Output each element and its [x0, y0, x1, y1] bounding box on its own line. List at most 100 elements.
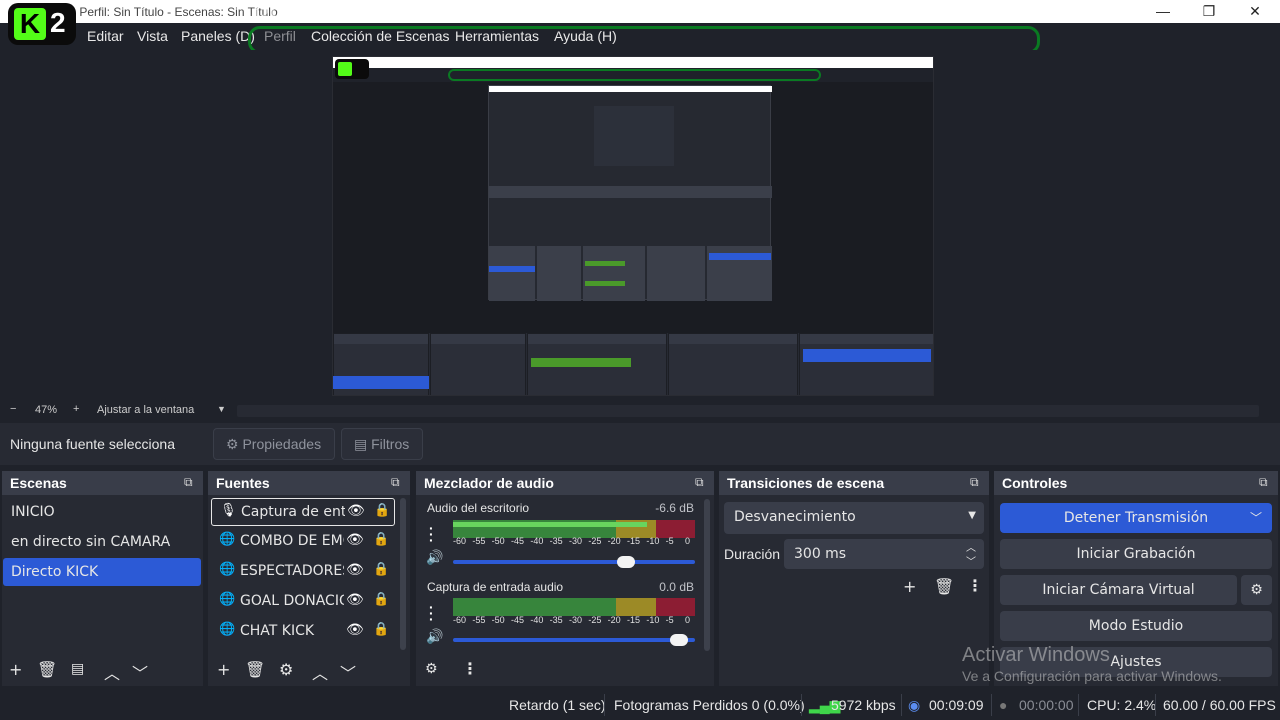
duration-stepper[interactable]: 300 ms ︿ ﹀ — [784, 539, 984, 569]
volume-slider[interactable] — [453, 634, 695, 646]
trash-icon[interactable]: 🗑 — [934, 577, 954, 596]
lock-icon[interactable]: 🔒 — [373, 592, 389, 607]
filters-button[interactable]: ▤ Filtros — [341, 428, 423, 460]
sources-dock-header: Fuentes ⧉ — [208, 471, 410, 495]
speaker-icon[interactable]: 🔊 — [426, 628, 443, 645]
preview-horizontal-scrollbar[interactable] — [237, 405, 1259, 417]
donations-overlay-title: DONACIONES — [254, 1, 400, 23]
meter-tick-label: -55 — [472, 536, 486, 546]
gear-icon[interactable]: ⚙ — [279, 660, 293, 679]
chevron-up-icon[interactable]: ︿ — [966, 539, 976, 554]
source-name: GOAL DONACIONES — [240, 593, 344, 609]
volume-thumb[interactable] — [669, 634, 688, 646]
menu-docks[interactable]: Paneles (D) — [181, 28, 255, 44]
studio-mode-button[interactable]: Modo Estudio — [1000, 611, 1272, 641]
kebab-icon[interactable]: · · · — [429, 521, 434, 547]
scene-filters-icon[interactable]: ▤ — [71, 661, 84, 677]
sources-scrollbar[interactable] — [400, 498, 406, 650]
meter-tick-label: -25 — [588, 615, 602, 625]
channel-name: Captura de entrada audio — [427, 580, 564, 594]
add-scene-icon[interactable]: + — [9, 660, 22, 679]
undock-icon[interactable]: ⧉ — [391, 475, 404, 489]
source-item[interactable]: 🌐 COMBO DE EMOTES 👁 🔒 — [211, 528, 395, 556]
move-up-icon[interactable]: ︿ — [312, 660, 328, 684]
menu-edit[interactable]: Editar — [87, 28, 124, 44]
kebab-icon[interactable]: ⋮ — [967, 576, 983, 595]
eye-icon[interactable]: 👁 — [346, 532, 364, 548]
start-recording-button[interactable]: Iniciar Grabación — [1000, 539, 1272, 569]
source-name: COMBO DE EMOTES — [240, 533, 344, 549]
advanced-audio-gear-icon[interactable]: ⚙ — [425, 661, 438, 677]
virtual-camera-button[interactable]: Iniciar Cámara Virtual — [1000, 575, 1237, 605]
globe-icon: 🌐 — [219, 532, 236, 547]
meter-tick-label: -60 — [453, 536, 467, 546]
lock-icon[interactable]: 🔒 — [373, 622, 389, 637]
undock-icon[interactable]: ⧉ — [184, 475, 197, 489]
stop-stream-button[interactable]: Detener Transmisión ﹀ — [1000, 503, 1272, 533]
undock-icon[interactable]: ⧉ — [695, 475, 708, 489]
menu-view[interactable]: Vista — [137, 28, 168, 44]
chevron-down-icon[interactable]: ﹀ — [1250, 503, 1262, 533]
lock-icon[interactable]: 🔒 — [374, 503, 390, 518]
preview-controls-dock — [799, 333, 933, 395]
source-item-selected[interactable]: 🎙 Captura de entrada audio 👁 🔒 — [211, 498, 395, 526]
eye-icon[interactable]: 👁 — [347, 503, 365, 519]
source-item[interactable]: 🌐 GOAL DONACIONES 👁 🔒 — [211, 588, 395, 616]
zoom-bar: − 47% + Ajustar a la ventana ▼ — [0, 402, 1280, 420]
trash-icon[interactable]: 🗑 — [245, 660, 265, 679]
move-up-icon[interactable]: ︿ — [104, 660, 120, 684]
zoom-dropdown-icon[interactable]: ▼ — [217, 404, 226, 414]
eye-icon[interactable]: 👁 — [346, 592, 364, 608]
transitions-title: Transiciones de escena — [727, 475, 885, 491]
channel-db: -6.6 dB — [655, 501, 694, 515]
bitrate: 5972 kbps — [831, 697, 896, 713]
properties-button[interactable]: ⚙ Propiedades — [213, 428, 335, 460]
maximize-button[interactable]: ❐ — [1186, 2, 1232, 22]
preview-nested-titlebar — [333, 57, 933, 68]
filters-label: Filtros — [371, 436, 410, 452]
chevron-down-icon[interactable]: ﹀ — [966, 553, 976, 568]
minimize-button[interactable]: — — [1140, 2, 1186, 22]
undock-icon[interactable]: ⧉ — [970, 475, 983, 489]
stream-preview[interactable] — [332, 56, 934, 396]
close-button[interactable]: ✕ — [1232, 2, 1278, 22]
move-down-icon[interactable]: ﹀ — [340, 660, 356, 684]
undock-icon[interactable]: ⧉ — [1259, 475, 1272, 489]
volume-thumb[interactable] — [616, 556, 635, 568]
add-source-icon[interactable]: + — [217, 660, 230, 679]
cpu-usage: CPU: 2.4% — [1087, 697, 1157, 713]
fps: 60.00 / 60.00 FPS — [1163, 697, 1276, 713]
eye-icon[interactable]: 👁 — [346, 622, 364, 638]
source-item[interactable]: 🌐 CHAT KICK 👁 🔒 — [211, 618, 395, 646]
virtual-camera-gear-icon[interactable]: ⚙ — [1241, 575, 1272, 605]
speaker-icon[interactable]: 🔊 — [426, 549, 443, 566]
kick-logo: K 2 — [8, 3, 76, 45]
controls-dock-header: Controles ⧉ — [994, 471, 1278, 495]
mixer-scrollbar[interactable] — [704, 499, 710, 651]
scene-item[interactable]: en directo sin CAMARA — [3, 528, 201, 556]
meter-tick-label: -15 — [627, 615, 641, 625]
kebab-icon[interactable]: ⋮ — [462, 659, 478, 678]
source-name: CHAT KICK — [240, 623, 315, 639]
zoom-in-button[interactable]: + — [73, 403, 79, 415]
source-item[interactable]: 🌐 ESPECTADORES 👁 🔒 — [211, 558, 395, 586]
fit-to-window-label[interactable]: Ajustar a la ventana — [97, 404, 194, 416]
lock-icon[interactable]: 🔒 — [373, 562, 389, 577]
move-down-icon[interactable]: ﹀ — [132, 660, 148, 684]
preview-nested-screen — [488, 85, 772, 301]
trash-icon[interactable]: 🗑 — [37, 660, 57, 679]
stream-delay: Retardo (1 sec) — [509, 697, 606, 713]
volume-slider[interactable] — [453, 556, 695, 568]
preview-overlay-frame — [448, 69, 821, 81]
microphone-icon: 🎙 — [220, 503, 237, 518]
zoom-out-button[interactable]: − — [10, 403, 16, 415]
lock-icon[interactable]: 🔒 — [373, 532, 389, 547]
filter-icon: ▤ — [354, 436, 368, 452]
transition-select[interactable]: Desvanecimiento ▼ — [724, 502, 984, 534]
scene-item[interactable]: INICIO — [3, 498, 201, 526]
meter-tick-label: -45 — [511, 615, 525, 625]
scene-item-active[interactable]: Directo KICK — [3, 558, 201, 586]
add-transition-icon[interactable]: + — [903, 577, 916, 596]
kebab-icon[interactable]: · · · — [429, 600, 434, 626]
eye-icon[interactable]: 👁 — [346, 562, 364, 578]
